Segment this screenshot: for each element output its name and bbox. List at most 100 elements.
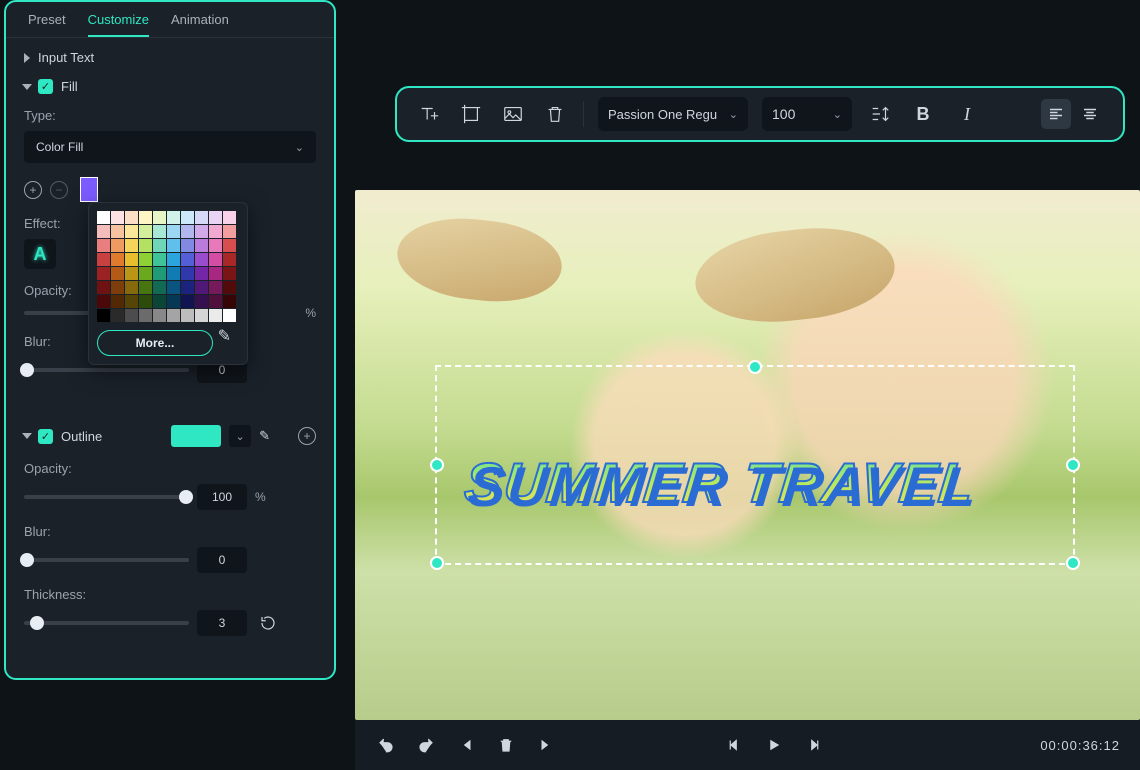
outline-color-swatch[interactable] [171,425,221,447]
outline-checkbox[interactable]: ✓ [38,429,53,444]
trash-icon[interactable] [495,734,517,756]
color-swatch[interactable] [97,295,110,308]
color-swatch[interactable] [125,211,138,224]
image-icon[interactable] [499,100,527,128]
color-swatch[interactable] [153,253,166,266]
color-swatch[interactable] [181,309,194,322]
color-swatch[interactable] [111,253,124,266]
resize-handle[interactable] [430,458,444,472]
color-swatch[interactable] [97,309,110,322]
thickness-value[interactable]: 3 [197,610,247,636]
color-swatch[interactable] [153,295,166,308]
color-swatch[interactable] [181,267,194,280]
color-swatch[interactable] [181,253,194,266]
color-swatch[interactable] [111,281,124,294]
current-color-swatch[interactable] [80,177,98,202]
input-text-section[interactable]: Input Text [24,50,316,65]
color-swatch[interactable] [195,281,208,294]
color-swatch[interactable] [125,267,138,280]
effect-preview[interactable]: A [24,239,56,269]
delete-icon[interactable] [541,100,569,128]
resize-handle[interactable] [1066,458,1080,472]
color-swatch[interactable] [195,295,208,308]
color-swatch[interactable] [153,225,166,238]
redo-icon[interactable] [415,734,437,756]
skip-start-icon[interactable] [455,734,477,756]
frame-back-icon[interactable] [723,734,745,756]
frame-forward-icon[interactable] [803,734,825,756]
outline-color-select[interactable]: ⌄ [229,425,251,447]
skip-end-icon[interactable] [535,734,557,756]
color-swatch[interactable] [153,281,166,294]
align-center-button[interactable] [1075,99,1105,129]
add-text-icon[interactable] [415,100,443,128]
color-swatch[interactable] [97,239,110,252]
color-swatch[interactable] [111,309,124,322]
outline-blur-slider[interactable] [24,558,189,562]
color-swatch[interactable] [167,267,180,280]
crop-icon[interactable] [457,100,485,128]
fill-section-header[interactable]: ✓ Fill [24,79,316,94]
outline-opacity-slider[interactable] [24,495,189,499]
color-swatch[interactable] [195,239,208,252]
color-swatch[interactable] [181,281,194,294]
color-swatch[interactable] [139,281,152,294]
color-swatch[interactable] [167,281,180,294]
outline-section-header[interactable]: ✓ Outline ⌄ ✎ + [24,425,316,447]
color-swatch[interactable] [223,295,236,308]
eyedropper-icon[interactable]: ✎ [218,326,231,346]
color-swatch[interactable] [167,239,180,252]
color-swatch[interactable] [125,225,138,238]
color-swatch[interactable] [139,225,152,238]
color-swatch[interactable] [153,267,166,280]
eyedropper-icon[interactable]: ✎ [259,428,270,444]
color-swatch[interactable] [97,281,110,294]
color-swatch[interactable] [181,295,194,308]
color-swatch[interactable] [167,253,180,266]
color-swatch[interactable] [125,295,138,308]
color-swatch[interactable] [153,211,166,224]
color-swatch[interactable] [111,225,124,238]
color-swatch[interactable] [195,225,208,238]
bold-button[interactable]: B [908,99,938,129]
color-swatch[interactable] [209,211,222,224]
overlay-text[interactable]: SUMMER TRAVEL [462,450,979,515]
resize-handle[interactable] [748,360,762,374]
color-swatch[interactable] [209,239,222,252]
color-swatch[interactable] [209,281,222,294]
color-swatch[interactable] [153,309,166,322]
add-color-button[interactable]: + [24,181,42,199]
tab-preset[interactable]: Preset [28,12,66,37]
color-swatch[interactable] [181,239,194,252]
color-swatch[interactable] [97,211,110,224]
color-swatch[interactable] [195,267,208,280]
color-swatch[interactable] [223,309,236,322]
color-swatch[interactable] [97,267,110,280]
color-swatch[interactable] [195,211,208,224]
color-swatch[interactable] [139,239,152,252]
color-swatch[interactable] [223,281,236,294]
fill-blur-slider[interactable] [24,368,189,372]
color-swatch[interactable] [139,295,152,308]
play-icon[interactable] [763,734,785,756]
outline-blur-value[interactable]: 0 [197,547,247,573]
color-swatch[interactable] [111,267,124,280]
reset-icon[interactable] [255,610,281,636]
color-swatch[interactable] [195,309,208,322]
tab-customize[interactable]: Customize [88,12,149,37]
color-swatch[interactable] [139,267,152,280]
color-swatch[interactable] [181,225,194,238]
color-swatch[interactable] [111,211,124,224]
add-outline-button[interactable]: + [298,427,316,445]
italic-button[interactable]: I [952,99,982,129]
fill-type-select[interactable]: Color Fill ⌄ [24,131,316,163]
font-size-select[interactable]: 100⌄ [762,97,852,131]
color-swatch[interactable] [97,253,110,266]
color-swatch[interactable] [125,281,138,294]
color-swatch[interactable] [223,225,236,238]
color-swatch[interactable] [167,309,180,322]
color-swatch[interactable] [223,253,236,266]
color-swatch[interactable] [223,267,236,280]
color-swatch[interactable] [97,225,110,238]
resize-handle[interactable] [430,556,444,570]
